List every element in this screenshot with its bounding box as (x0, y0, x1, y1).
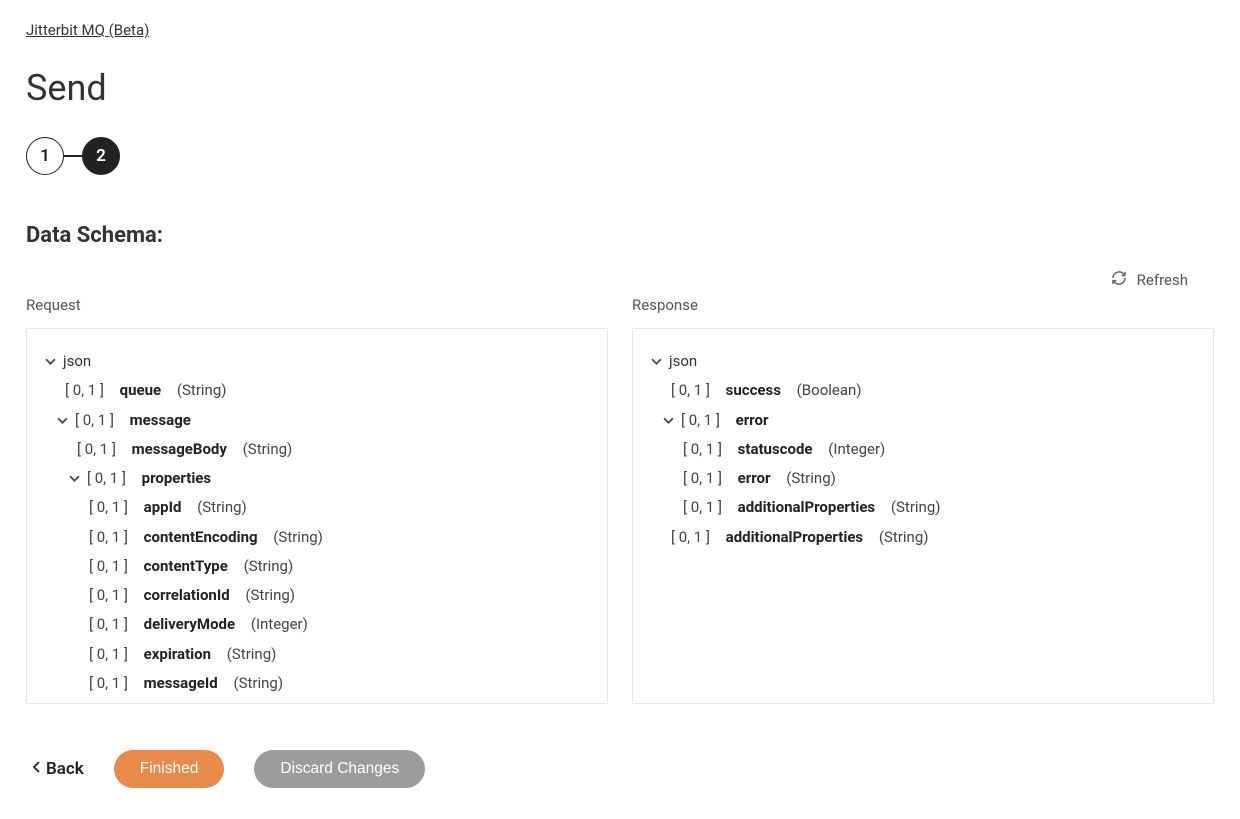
tree-node-success[interactable]: [ 0, 1 ] success (Boolean) (649, 376, 1197, 405)
breadcrumb-link[interactable]: Jitterbit MQ (Beta) (26, 21, 149, 39)
tree-node-properties[interactable]: [ 0, 1 ] properties (43, 464, 591, 493)
tree-node-additionalProperties-outer[interactable]: [ 0, 1 ] additionalProperties (String) (649, 523, 1197, 552)
request-column: Request json [ 0, 1 ] queue (String) [ 0… (26, 296, 608, 704)
step-1[interactable]: 1 (26, 137, 64, 175)
finished-button[interactable]: Finished (114, 750, 225, 788)
tree-node-label: json (669, 347, 697, 376)
tree-node-messageId[interactable]: [ 0, 1 ] messageId (String) (43, 669, 591, 698)
chevron-down-icon (649, 356, 663, 367)
response-panel: json [ 0, 1 ] success (Boolean) [ 0, 1 ]… (632, 328, 1214, 704)
chevron-down-icon (43, 356, 57, 367)
tree-node-expiration[interactable]: [ 0, 1 ] expiration (String) (43, 640, 591, 669)
chevron-down-icon (661, 415, 675, 426)
step-2[interactable]: 2 (82, 137, 120, 175)
refresh-button[interactable]: Refresh (1111, 270, 1188, 290)
tree-node-label: json (63, 347, 91, 376)
tree-node-appId[interactable]: [ 0, 1 ] appId (String) (43, 493, 591, 522)
tree-node-queue[interactable]: [ 0, 1 ] queue (String) (43, 376, 591, 405)
back-button[interactable]: Back (32, 759, 84, 779)
request-label: Request (26, 296, 608, 314)
request-panel: json [ 0, 1 ] queue (String) [ 0, 1 ] me… (26, 328, 608, 704)
back-label: Back (46, 759, 84, 779)
tree-node-deliveryMode[interactable]: [ 0, 1 ] deliveryMode (Integer) (43, 610, 591, 639)
tree-node-contentType[interactable]: [ 0, 1 ] contentType (String) (43, 552, 591, 581)
chevron-down-icon (67, 473, 81, 484)
tree-node-contentEncoding[interactable]: [ 0, 1 ] contentEncoding (String) (43, 523, 591, 552)
tree-node-additionalProperties[interactable]: [ 0, 1 ] additionalProperties (String) (649, 493, 1197, 522)
section-title: Data Schema: (26, 223, 1214, 248)
refresh-label: Refresh (1137, 271, 1188, 289)
tree-node-statuscode[interactable]: [ 0, 1 ] statuscode (Integer) (649, 435, 1197, 464)
page-title: Send (26, 67, 1214, 109)
step-connector (64, 155, 82, 157)
tree-node-message[interactable]: [ 0, 1 ] message (43, 406, 591, 435)
discard-changes-button[interactable]: Discard Changes (254, 750, 425, 788)
chevron-down-icon (55, 415, 69, 426)
tree-node-json[interactable]: json (649, 347, 1197, 376)
tree-node-json[interactable]: json (43, 347, 591, 376)
stepper: 1 2 (26, 137, 1214, 175)
tree-node-messageBody[interactable]: [ 0, 1 ] messageBody (String) (43, 435, 591, 464)
refresh-icon (1111, 270, 1127, 290)
tree-node-error-string[interactable]: [ 0, 1 ] error (String) (649, 464, 1197, 493)
chevron-left-icon (32, 759, 42, 779)
response-column: Response json [ 0, 1 ] success (Boolean)… (632, 296, 1214, 704)
response-label: Response (632, 296, 1214, 314)
tree-node-error[interactable]: [ 0, 1 ] error (649, 406, 1197, 435)
tree-node-correlationId[interactable]: [ 0, 1 ] correlationId (String) (43, 581, 591, 610)
